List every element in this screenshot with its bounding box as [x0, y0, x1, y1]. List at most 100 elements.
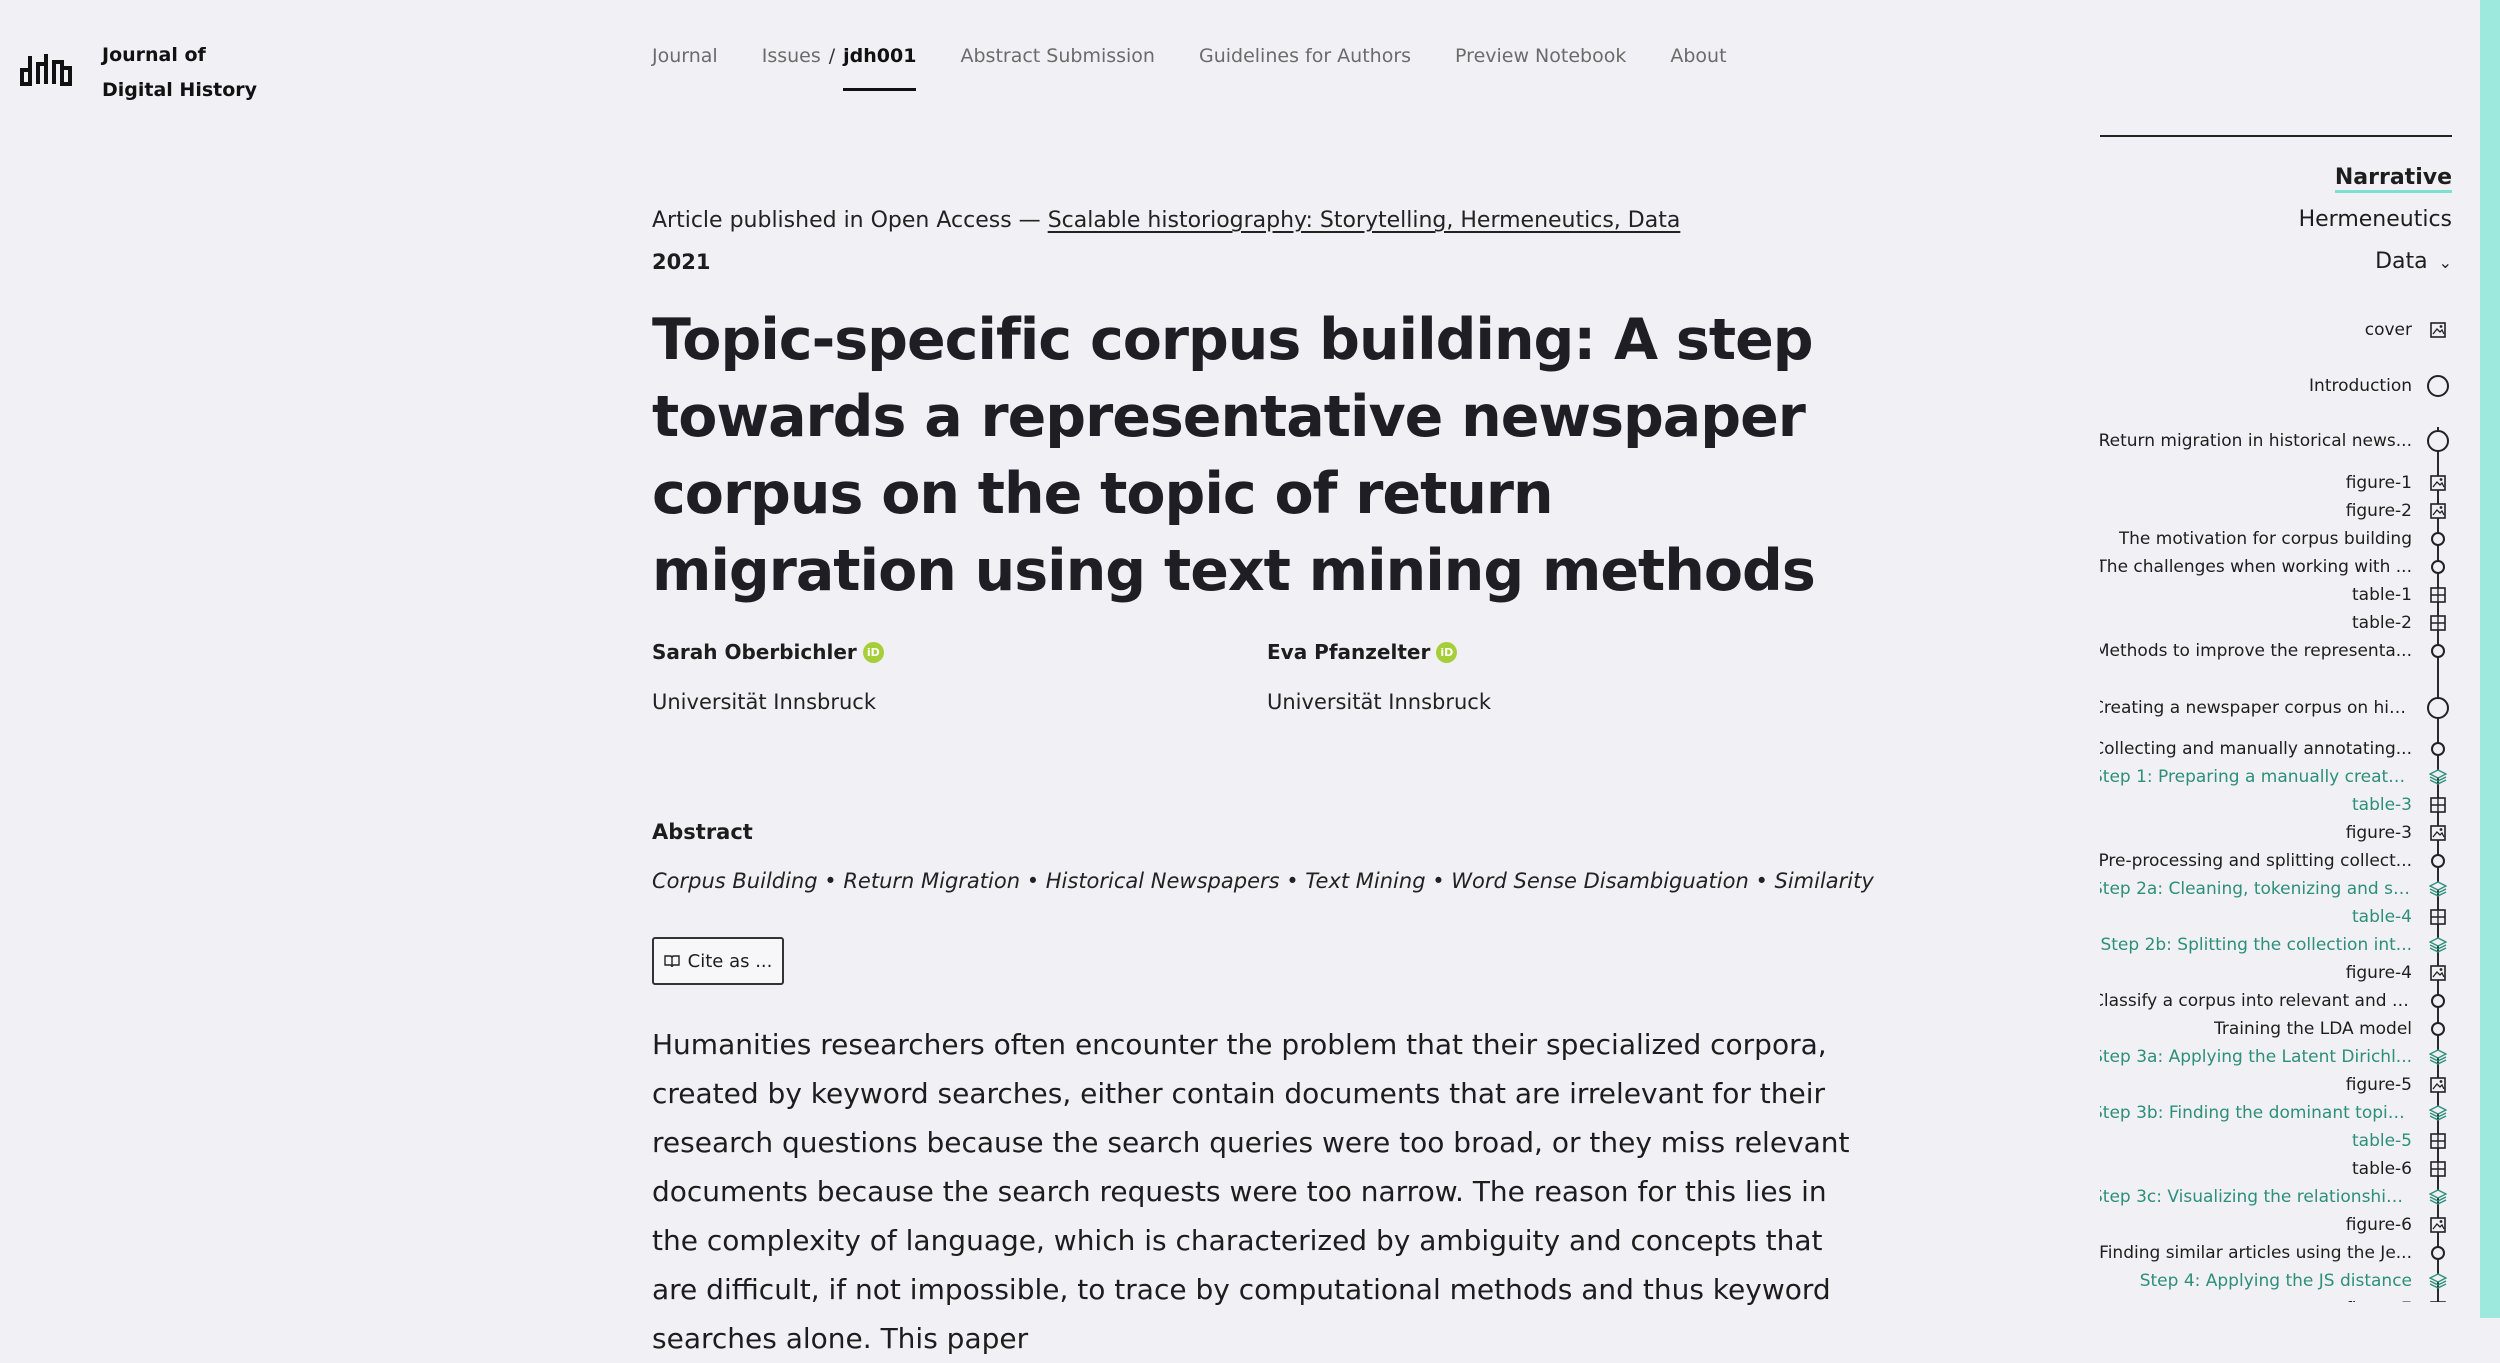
toc-item-label[interactable]: Step 3b: Finding the dominant topic...: [2100, 1103, 2412, 1123]
toc-item-label[interactable]: figure-6: [2346, 1215, 2412, 1235]
toc-item-label[interactable]: cover: [2365, 320, 2412, 340]
section-circle-icon: [2424, 430, 2452, 452]
toc-item-label[interactable]: figure-3: [2346, 823, 2412, 843]
toc-item-label[interactable]: figure-7: [2346, 1299, 2412, 1302]
toc-item-label[interactable]: Training the LDA model: [2214, 1019, 2412, 1039]
toc-item[interactable]: Pre-processing and splitting collect...: [2100, 851, 2452, 871]
orcid-icon[interactable]: iD: [1436, 641, 1458, 663]
nav-preview-notebook[interactable]: Preview Notebook: [1455, 38, 1626, 74]
layer-data[interactable]: Data ⌄: [2375, 249, 2452, 274]
journal-logo[interactable]: Journal of Digital History: [20, 38, 257, 108]
toc-item-label[interactable]: figure-4: [2346, 963, 2412, 983]
toc-item[interactable]: figure-1: [2346, 473, 2452, 493]
toc-item[interactable]: table-4: [2352, 907, 2452, 927]
toc-item-label[interactable]: Collecting and manually annotating...: [2100, 739, 2412, 759]
author-2-name[interactable]: Eva Pfanzelter: [1267, 640, 1430, 664]
toc-item[interactable]: table-2: [2352, 613, 2452, 633]
subsection-circle-icon: [2424, 854, 2452, 868]
toc-item-label[interactable]: Step 1: Preparing a manually create...: [2100, 767, 2412, 787]
toc-item-label[interactable]: Introduction: [2309, 376, 2412, 396]
toc-item-label[interactable]: The motivation for corpus building: [2119, 529, 2412, 549]
section-circle-icon: [2424, 375, 2452, 397]
toc-item[interactable]: table-6: [2352, 1159, 2452, 1179]
nav-guidelines[interactable]: Guidelines for Authors: [1199, 38, 1411, 74]
image-icon: [2424, 1217, 2452, 1233]
author-2[interactable]: Eva Pfanzelter iD: [1267, 640, 1458, 664]
toc-item-label[interactable]: table-4: [2352, 907, 2412, 927]
table-of-contents: Narrative Hermeneutics Data ⌄ cover Intro…: [2100, 135, 2452, 1302]
toc-item-label[interactable]: table-3: [2352, 795, 2412, 815]
toc-item[interactable]: The motivation for corpus building: [2119, 529, 2452, 549]
toc-item[interactable]: The challenges when working with ...: [2100, 557, 2452, 577]
toc-item[interactable]: Classify a corpus into relevant and i...: [2100, 991, 2452, 1011]
toc-item[interactable]: table-5: [2352, 1131, 2452, 1151]
toc-item-label[interactable]: Step 4: Applying the JS distance: [2140, 1271, 2412, 1291]
chevron-down-icon: ⌄: [2438, 253, 2452, 272]
toc-item[interactable]: figure-5: [2346, 1075, 2452, 1095]
toc-item-label[interactable]: figure-5: [2346, 1075, 2412, 1095]
toc-item[interactable]: figure-6: [2346, 1215, 2452, 1235]
toc-item-label[interactable]: Methods to improve the representa...: [2100, 641, 2412, 661]
layer-narrative[interactable]: Narrative: [2334, 165, 2452, 193]
toc-item-label[interactable]: Classify a corpus into relevant and i...: [2100, 991, 2412, 1011]
toc-item[interactable]: Collecting and manually annotating...: [2100, 739, 2452, 759]
toc-item-label[interactable]: Creating a newspaper corpus on his...: [2100, 698, 2412, 718]
keywords: Corpus Building • Return Migration • His…: [652, 869, 1874, 893]
cite-button-label[interactable]: Cite as ...: [688, 951, 773, 972]
toc-item-label[interactable]: table-2: [2352, 613, 2412, 633]
published-prefix: Article published in Open Access —: [652, 208, 1041, 233]
nav-abstract-submission[interactable]: Abstract Submission: [960, 38, 1155, 74]
toc-item[interactable]: table-3: [2352, 795, 2452, 815]
cite-button[interactable]: Cite as ...: [652, 937, 784, 985]
book-icon: [663, 955, 680, 968]
toc-item[interactable]: Introduction: [2309, 375, 2452, 397]
subsection-circle-icon: [2424, 994, 2452, 1008]
toc-item[interactable]: Training the LDA model: [2214, 1019, 2452, 1039]
image-icon: [2424, 475, 2452, 491]
toc-item-label[interactable]: figure-1: [2346, 473, 2412, 493]
toc-item-label[interactable]: table-6: [2352, 1159, 2412, 1179]
toc-item[interactable]: Step 1: Preparing a manually create...: [2100, 767, 2452, 787]
toc-item-label[interactable]: table-5: [2352, 1131, 2412, 1151]
nav-issues-separator: /: [828, 45, 836, 67]
toc-item[interactable]: figure-7: [2346, 1299, 2452, 1302]
author-1-name[interactable]: Sarah Oberbichler: [652, 640, 857, 664]
nav-about[interactable]: About: [1670, 38, 1726, 74]
layers-icon: [2424, 1273, 2452, 1289]
layer-data-label[interactable]: Data: [2375, 249, 2428, 274]
table-icon: [2424, 909, 2452, 925]
nav-issues-label[interactable]: Issues: [762, 38, 821, 74]
toc-item[interactable]: Creating a newspaper corpus on his...: [2100, 697, 2452, 719]
toc-item[interactable]: figure-2: [2346, 501, 2452, 521]
toc-item-label[interactable]: Finding similar articles using the Je...: [2100, 1243, 2412, 1263]
toc-item[interactable]: figure-4: [2346, 963, 2452, 983]
toc-item-label[interactable]: figure-2: [2346, 501, 2412, 521]
toc-item-label[interactable]: Pre-processing and splitting collect...: [2100, 851, 2412, 871]
toc-item-label[interactable]: Step 2a: Cleaning, tokenizing and st...: [2100, 879, 2412, 899]
toc-item-label[interactable]: Step 3a: Applying the Latent Dirichl...: [2100, 1047, 2412, 1067]
toc-item[interactable]: Step 3c: Visualizing the relationship...: [2100, 1187, 2452, 1207]
toc-item[interactable]: Step 3b: Finding the dominant topic...: [2100, 1103, 2452, 1123]
orcid-icon[interactable]: iD: [862, 641, 884, 663]
toc-item[interactable]: cover: [2365, 320, 2452, 340]
toc-item-label[interactable]: Return migration in historical news...: [2100, 431, 2412, 451]
toc-item[interactable]: Step 3a: Applying the Latent Dirichl...: [2100, 1047, 2452, 1067]
author-1[interactable]: Sarah Oberbichler iD: [652, 640, 884, 664]
toc-item[interactable]: figure-3: [2346, 823, 2452, 843]
toc-item-label[interactable]: Step 2b: Splitting the collection int...: [2100, 935, 2412, 955]
toc-item[interactable]: table-1: [2352, 585, 2452, 605]
toc-item-label[interactable]: The challenges when working with ...: [2100, 557, 2412, 577]
toc-item[interactable]: Step 2a: Cleaning, tokenizing and st...: [2100, 879, 2452, 899]
layer-hermeneutics[interactable]: Hermeneutics: [2299, 207, 2452, 232]
toc-item[interactable]: Step 2b: Splitting the collection int...: [2100, 935, 2452, 955]
toc-item-label[interactable]: Step 3c: Visualizing the relationship...: [2100, 1187, 2412, 1207]
toc-item[interactable]: Methods to improve the representa...: [2100, 641, 2452, 661]
toc-item-label[interactable]: table-1: [2352, 585, 2412, 605]
toc-item[interactable]: Return migration in historical news...: [2100, 430, 2452, 452]
nav-journal[interactable]: Journal: [652, 38, 718, 74]
nav-current-issue[interactable]: jdh001: [843, 38, 917, 91]
toc-item[interactable]: Step 4: Applying the JS distance: [2140, 1271, 2452, 1291]
issue-link[interactable]: Scalable historiography: Storytelling, H…: [1048, 208, 1681, 233]
toc-item[interactable]: Finding similar articles using the Je...: [2100, 1243, 2452, 1263]
nav-issues[interactable]: Issues / jdh001: [762, 38, 917, 91]
